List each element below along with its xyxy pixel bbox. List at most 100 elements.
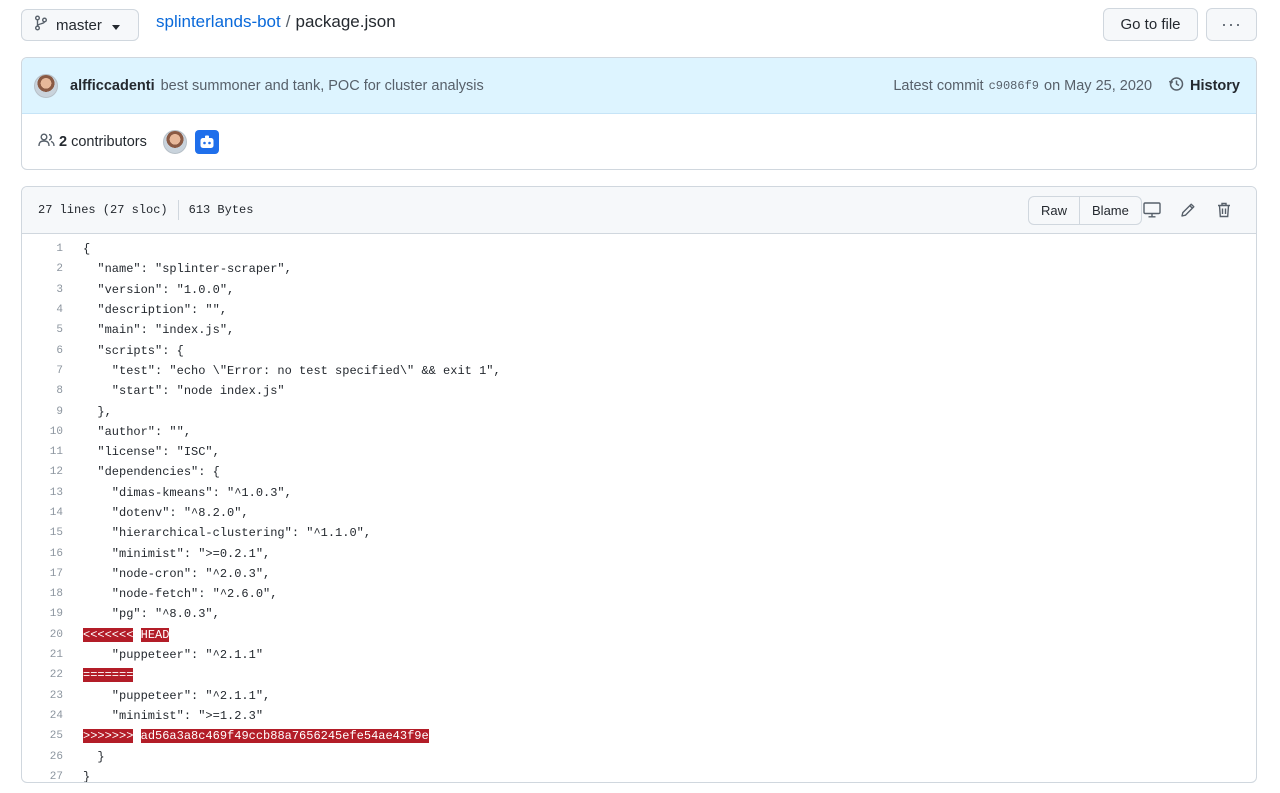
line-number[interactable]: 7 bbox=[22, 365, 63, 377]
line-content: "puppeteer": "^2.1.1", bbox=[83, 688, 271, 703]
line-number[interactable]: 21 bbox=[22, 649, 63, 661]
code-line: 12 "dependencies": { bbox=[22, 462, 1256, 482]
line-number[interactable]: 17 bbox=[22, 568, 63, 580]
branch-select-button[interactable]: master bbox=[21, 9, 139, 41]
breadcrumb: splinterlands-bot / package.json bbox=[156, 12, 396, 32]
code-line: 17 "node-cron": "^2.0.3", bbox=[22, 564, 1256, 584]
desktop-icon[interactable] bbox=[1142, 200, 1162, 220]
breadcrumb-separator: / bbox=[285, 12, 291, 31]
code-line: 25 >>>>>>> ad56a3a8c469f49ccb88a7656245ef… bbox=[22, 726, 1256, 746]
line-content: "main": "index.js", bbox=[83, 323, 235, 338]
author-avatar[interactable] bbox=[34, 73, 58, 98]
contributors-count[interactable]: 2 bbox=[59, 134, 67, 150]
line-number[interactable]: 22 bbox=[22, 669, 63, 681]
history-link[interactable]: History bbox=[1168, 76, 1240, 96]
line-number[interactable]: 5 bbox=[22, 324, 63, 336]
dependabot-avatar[interactable] bbox=[194, 130, 219, 154]
code-line: 18 "node-fetch": "^2.6.0", bbox=[22, 584, 1256, 604]
code-line: 5 "main": "index.js", bbox=[22, 320, 1256, 340]
history-icon bbox=[1168, 76, 1184, 96]
line-number[interactable]: 4 bbox=[22, 304, 63, 316]
line-content: } bbox=[83, 769, 91, 783]
chevron-down-icon bbox=[111, 17, 120, 34]
line-content: "pg": "^8.0.3", bbox=[83, 607, 220, 622]
line-content: "name": "splinter-scraper", bbox=[83, 262, 292, 277]
line-content: >>>>>>> ad56a3a8c469f49ccb88a7656245efe5… bbox=[83, 729, 429, 744]
commit-message-link[interactable]: best summoner and tank, POC for cluster … bbox=[161, 78, 484, 94]
line-number[interactable]: 3 bbox=[22, 284, 63, 296]
line-content: "dependencies": { bbox=[83, 465, 220, 480]
code-line: 27} bbox=[22, 767, 1256, 783]
line-number[interactable]: 12 bbox=[22, 466, 63, 478]
contributor-avatars bbox=[162, 130, 219, 154]
contributor-avatar[interactable] bbox=[162, 130, 187, 154]
line-number[interactable]: 19 bbox=[22, 608, 63, 620]
code-line: 26 } bbox=[22, 746, 1256, 766]
file-header: 27 lines (27 sloc) 613 Bytes Raw Blame bbox=[22, 187, 1256, 234]
raw-button[interactable]: Raw bbox=[1029, 197, 1079, 224]
line-content: "dimas-kmeans": "^1.0.3", bbox=[83, 485, 292, 500]
file-lines-info: 27 lines (27 sloc) bbox=[38, 203, 168, 217]
line-number[interactable]: 9 bbox=[22, 406, 63, 418]
code-line: 22 ======= bbox=[22, 665, 1256, 685]
line-content: "start": "node index.js" bbox=[83, 384, 285, 399]
line-number[interactable]: 18 bbox=[22, 588, 63, 600]
line-content: { bbox=[83, 242, 91, 257]
code-line: 6 "scripts": { bbox=[22, 340, 1256, 360]
line-content: "minimist": ">=1.2.3" bbox=[83, 708, 264, 723]
line-number[interactable]: 26 bbox=[22, 751, 63, 763]
code-line: 19 "pg": "^8.0.3", bbox=[22, 604, 1256, 624]
code-line: 4 "description": "", bbox=[22, 300, 1256, 320]
line-number[interactable]: 11 bbox=[22, 446, 63, 458]
line-number[interactable]: 10 bbox=[22, 426, 63, 438]
branch-name: master bbox=[56, 16, 102, 34]
line-number[interactable]: 27 bbox=[22, 771, 63, 782]
code-line: 23 "puppeteer": "^2.1.1", bbox=[22, 686, 1256, 706]
line-content: ======= bbox=[83, 668, 134, 683]
code-line: 7 "test": "echo \"Error: no test specifi… bbox=[22, 361, 1256, 381]
line-number[interactable]: 1 bbox=[22, 243, 63, 255]
line-number[interactable]: 13 bbox=[22, 487, 63, 499]
conflict-marker: HEAD bbox=[140, 627, 170, 642]
git-branch-icon bbox=[34, 15, 48, 35]
blame-button[interactable]: Blame bbox=[1079, 197, 1141, 224]
line-number[interactable]: 2 bbox=[22, 263, 63, 275]
code-line: 3 "version": "1.0.0", bbox=[22, 280, 1256, 300]
line-number[interactable]: 16 bbox=[22, 548, 63, 560]
breadcrumb-file-name: package.json bbox=[295, 12, 396, 31]
line-content: }, bbox=[83, 404, 112, 419]
line-number[interactable]: 20 bbox=[22, 629, 63, 641]
more-options-button[interactable]: ··· bbox=[1206, 8, 1257, 41]
line-number[interactable]: 24 bbox=[22, 710, 63, 722]
line-number[interactable]: 8 bbox=[22, 385, 63, 397]
commit-author-link[interactable]: alfficcadenti bbox=[70, 78, 155, 94]
code-line: 10 "author": "", bbox=[22, 422, 1256, 442]
commit-header: alfficcadenti best summoner and tank, PO… bbox=[22, 58, 1256, 114]
line-number[interactable]: 15 bbox=[22, 527, 63, 539]
line-number[interactable]: 23 bbox=[22, 690, 63, 702]
commit-sha-link[interactable]: c9086f9 bbox=[989, 79, 1039, 93]
contributors-row: 2 contributors bbox=[22, 114, 1256, 169]
line-number[interactable]: 25 bbox=[22, 730, 63, 742]
conflict-marker: ad56a3a8c469f49ccb88a7656245efe54ae43f9e bbox=[140, 729, 429, 744]
history-label: History bbox=[1190, 77, 1240, 94]
contributors-label[interactable]: contributors bbox=[71, 134, 147, 150]
trash-icon[interactable] bbox=[1214, 200, 1234, 220]
breadcrumb-repo-link[interactable]: splinterlands-bot bbox=[156, 12, 281, 31]
code-line: 24 "minimist": ">=1.2.3" bbox=[22, 706, 1256, 726]
line-number[interactable]: 14 bbox=[22, 507, 63, 519]
line-content: "license": "ISC", bbox=[83, 445, 220, 460]
line-content: "minimist": ">=0.2.1", bbox=[83, 546, 271, 561]
line-content: "puppeteer": "^2.1.1" bbox=[83, 648, 264, 663]
conflict-marker bbox=[133, 729, 140, 743]
line-content: "test": "echo \"Error: no test specified… bbox=[83, 363, 501, 378]
code-line: 16 "minimist": ">=0.2.1", bbox=[22, 543, 1256, 563]
line-content: "description": "", bbox=[83, 303, 228, 318]
line-number[interactable]: 6 bbox=[22, 345, 63, 357]
go-to-file-button[interactable]: Go to file bbox=[1103, 8, 1198, 41]
commit-meta: Latest commit c9086f9 on May 25, 2020 Hi… bbox=[893, 76, 1240, 96]
code-view: 1 {2 "name": "splinter-scraper", 3 "versio… bbox=[22, 234, 1256, 783]
pencil-icon[interactable] bbox=[1178, 200, 1198, 220]
code-line: 21 "puppeteer": "^2.1.1" bbox=[22, 645, 1256, 665]
conflict-marker: ======= bbox=[83, 668, 134, 683]
